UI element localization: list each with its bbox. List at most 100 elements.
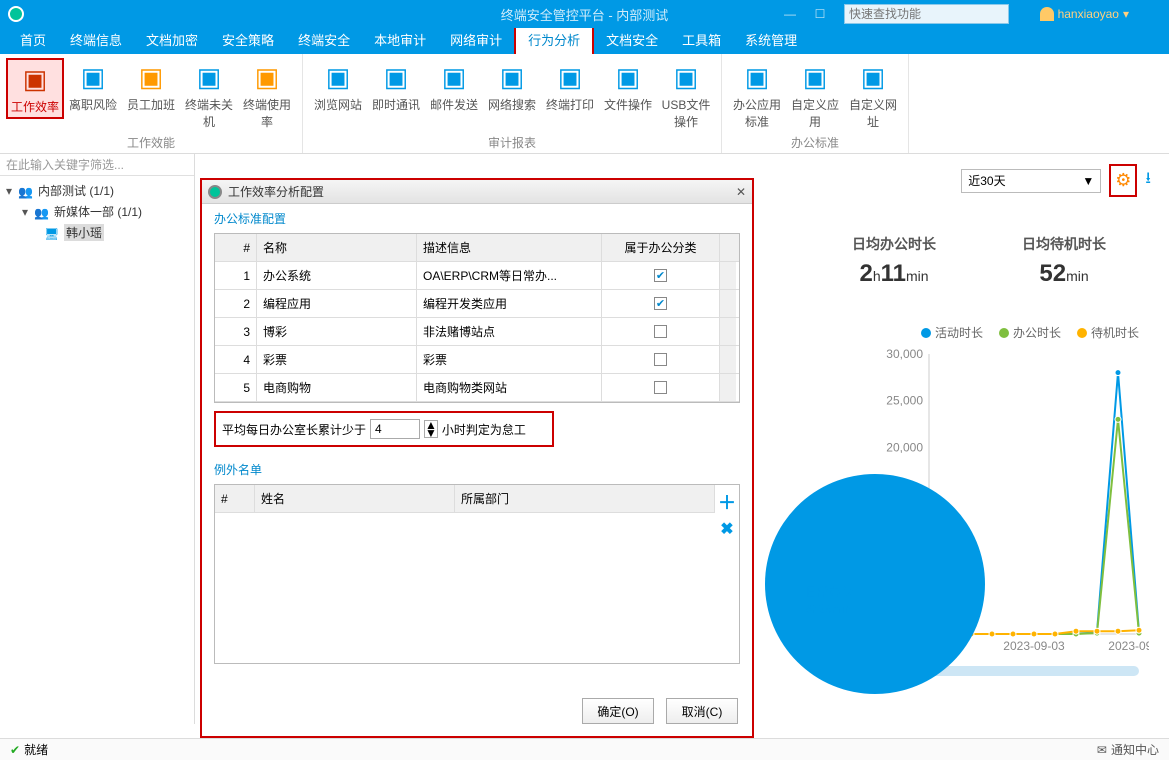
table-row[interactable]: 5电商购物电商购物类网站 (215, 374, 739, 402)
menu-9[interactable]: 工具箱 (670, 28, 733, 54)
dialog-logo-icon (208, 185, 222, 199)
cancel-button[interactable]: 取消(C) (666, 698, 738, 724)
ribbon-label: 即时通讯 (372, 96, 420, 113)
ribbon-label: 浏览网站 (314, 96, 362, 113)
user-icon (1040, 7, 1054, 21)
cell-checkbox[interactable] (602, 346, 720, 373)
table-row[interactable]: 3博彩非法赌博站点 (215, 318, 739, 346)
ribbon-item[interactable]: ▣即时通讯 (367, 58, 425, 115)
add-exception-button[interactable]: ＋ (718, 489, 736, 515)
ribbon-item[interactable]: ▣网络搜索 (483, 58, 541, 115)
ribbon-item[interactable]: ▣员工加班 (122, 58, 180, 115)
ribbon-group: ▣工作效率▣离职风险▣员工加班▣终端未关机▣终端使用率工作效能 (0, 54, 303, 153)
ribbon-item[interactable]: ▣USB文件操作 (657, 58, 715, 132)
section-exception: 例外名单 (202, 455, 752, 484)
tree-item[interactable]: ▾👥新媒体一部 (1/1) (0, 201, 194, 222)
tree-item[interactable]: ▾👥内部测试 (1/1) (0, 180, 194, 201)
ribbon-item[interactable]: ▣邮件发送 (425, 58, 483, 115)
top-controls: 近30天 ▼ ⚙ ⭳ (961, 164, 1151, 197)
legend-label: 活动时长 (935, 324, 983, 341)
cell-name: 博彩 (257, 318, 417, 345)
table-row[interactable]: 1办公系统OA\ERP\CRM等日常办...✔ (215, 262, 739, 290)
quick-search-input[interactable] (844, 4, 1009, 24)
settings-highlight: ⚙ (1109, 164, 1137, 197)
tree-item[interactable]: 🖥韩小瑶 (0, 222, 194, 243)
tree-filter-input[interactable]: 在此输入关键字筛选... (0, 154, 194, 176)
data-point (1052, 631, 1058, 637)
table-row[interactable]: 4彩票彩票 (215, 346, 739, 374)
stat-label: 日均待机时长 (1022, 234, 1106, 254)
menu-1[interactable]: 终端信息 (58, 28, 134, 54)
x-tick: 2023-09-03 (1003, 639, 1065, 653)
scrollbar[interactable] (720, 374, 736, 401)
table-row[interactable]: 2编程应用编程开发类应用✔ (215, 290, 739, 318)
legend-dot-icon (1077, 328, 1087, 338)
ribbon-group: ▣浏览网站▣即时通讯▣邮件发送▣网络搜索▣终端打印▣文件操作▣USB文件操作审计… (303, 54, 722, 153)
cell-name: 编程应用 (257, 290, 417, 317)
expand-icon[interactable]: ▾ (20, 205, 30, 219)
cell-checkbox[interactable] (602, 374, 720, 401)
ribbon-icon: ▣ (740, 60, 774, 94)
ribbon-item[interactable]: ▣离职风险 (64, 58, 122, 115)
ribbon-item[interactable]: ▣浏览网站 (309, 58, 367, 115)
stepper[interactable]: ▲▼ (424, 420, 438, 438)
legend-dot-icon (999, 328, 1009, 338)
user-badge[interactable]: hanxiaoyao ▾ (1040, 7, 1129, 21)
ribbon-icon: ▣ (856, 60, 890, 94)
scrollbar[interactable] (720, 318, 736, 345)
dialog-close-icon[interactable]: ✕ (736, 185, 746, 199)
scrollbar[interactable] (720, 234, 736, 261)
data-point (1073, 628, 1079, 634)
ribbon-label: 终端未关机 (182, 96, 236, 130)
menu-5[interactable]: 本地审计 (362, 28, 438, 54)
menu-2[interactable]: 文档加密 (134, 28, 210, 54)
expand-icon[interactable]: ▾ (4, 184, 14, 198)
minimize-icon[interactable]: — (775, 7, 805, 21)
ribbon-item[interactable]: ▣办公应用标准 (728, 58, 786, 132)
threshold-input[interactable] (370, 419, 420, 439)
legend-item: 办公时长 (999, 324, 1061, 341)
scrollbar[interactable] (720, 262, 736, 289)
ribbon-item[interactable]: ▣自定义应用 (786, 58, 844, 132)
ribbon-item[interactable]: ▣终端使用率 (238, 58, 296, 132)
cell-checkbox[interactable]: ✔ (602, 290, 720, 317)
ribbon-item[interactable]: ▣终端打印 (541, 58, 599, 115)
ribbon-label: 离职风险 (69, 96, 117, 113)
col-name: 名称 (257, 234, 417, 261)
cell-checkbox[interactable] (602, 318, 720, 345)
cell-name: 彩票 (257, 346, 417, 373)
org-tree: ▾👥内部测试 (1/1)▾👥新媒体一部 (1/1)🖥韩小瑶 (0, 176, 194, 247)
notification-center[interactable]: ✉ 通知中心 (1097, 741, 1159, 758)
scrollbar[interactable] (720, 346, 736, 373)
col-category: 属于办公分类 (602, 234, 720, 261)
check-icon: ✔ (10, 743, 20, 757)
ribbon-item[interactable]: ▣终端未关机 (180, 58, 238, 132)
main-menu: 首页终端信息文档加密安全策略终端安全本地审计网络审计行为分析文档安全工具箱系统管… (0, 28, 1169, 54)
ribbon-item[interactable]: ▣工作效率 (6, 58, 64, 119)
legend-label: 办公时长 (1013, 324, 1061, 341)
menu-0[interactable]: 首页 (8, 28, 58, 54)
scrollbar[interactable] (720, 290, 736, 317)
ribbon-item[interactable]: ▣自定义网址 (844, 58, 902, 132)
gear-icon[interactable]: ⚙ (1115, 170, 1131, 190)
maximize-icon[interactable]: ☐ (805, 7, 835, 21)
date-range-select[interactable]: 近30天 ▼ (961, 169, 1101, 193)
ribbon-label: 网络搜索 (488, 96, 536, 113)
menu-7[interactable]: 行为分析 (514, 26, 594, 54)
menu-10[interactable]: 系统管理 (733, 28, 809, 54)
download-icon[interactable]: ⭳ (1145, 167, 1151, 194)
cell-checkbox[interactable]: ✔ (602, 262, 720, 289)
menu-6[interactable]: 网络审计 (438, 28, 514, 54)
menu-4[interactable]: 终端安全 (286, 28, 362, 54)
menu-8[interactable]: 文档安全 (594, 28, 670, 54)
stat-card: 日均办公时长2h11min (852, 234, 936, 288)
ok-button[interactable]: 确定(O) (582, 698, 654, 724)
cell-desc: 编程开发类应用 (417, 290, 602, 317)
y-tick: 30,000 (886, 347, 923, 361)
ribbon-item[interactable]: ▣文件操作 (599, 58, 657, 115)
ribbon-group-label: 审计报表 (488, 132, 536, 153)
remove-exception-button[interactable]: ✖ (720, 519, 733, 539)
menu-3[interactable]: 安全策略 (210, 28, 286, 54)
dialog-title: 工作效率分析配置 (228, 183, 324, 200)
ribbon-group-label: 工作效能 (127, 132, 175, 153)
